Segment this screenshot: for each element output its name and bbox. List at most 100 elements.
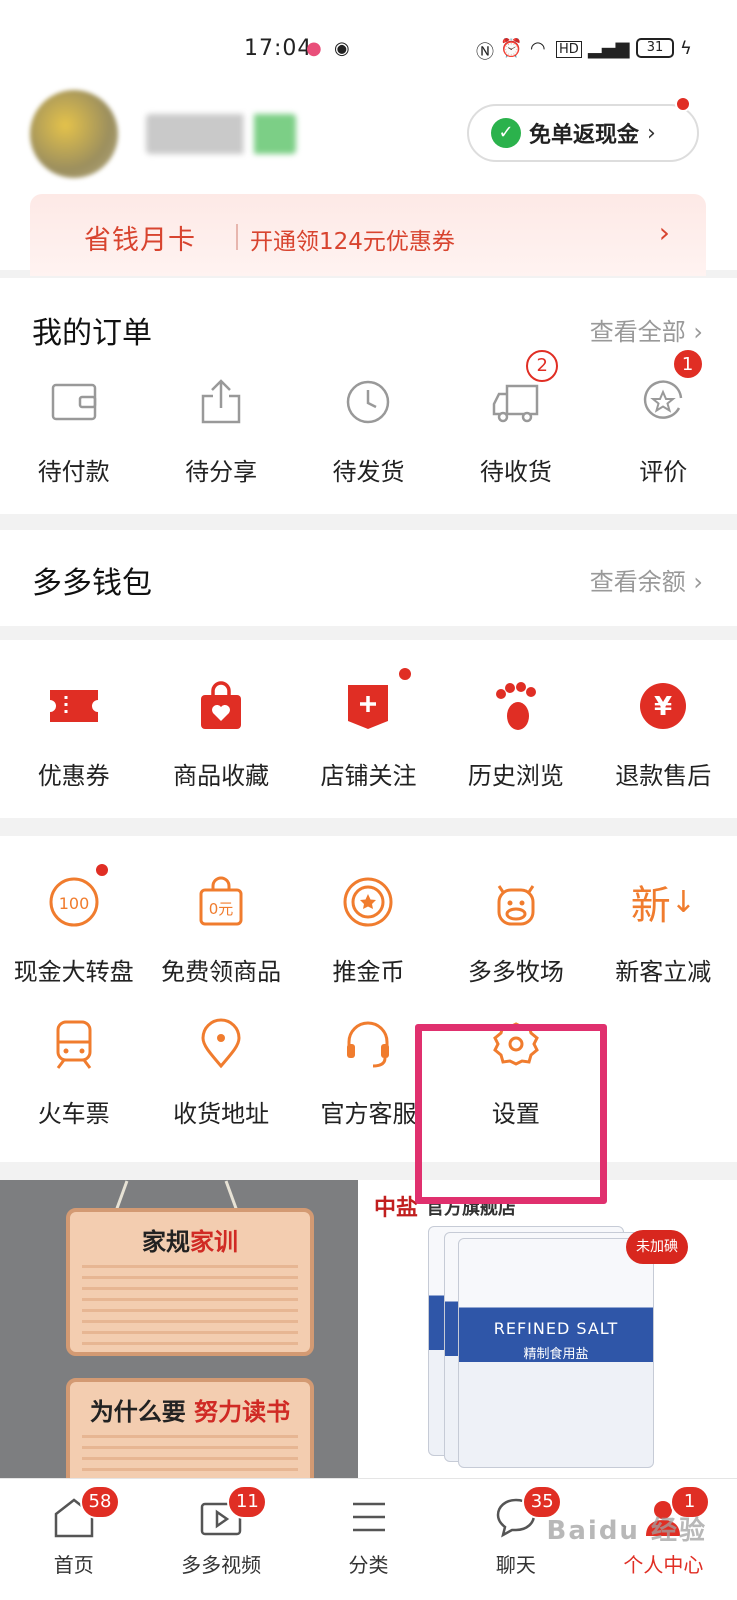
quick-links-grid: 优惠券 商品收藏 店铺关注 历史浏览 ¥ 退款售后	[0, 666, 737, 791]
wechat-icon: ✓	[491, 118, 521, 148]
service-label: 多多牧场	[467, 958, 564, 986]
wechat-notification-icon: ◉	[334, 38, 350, 59]
quick-item-label: 店铺关注	[320, 762, 417, 790]
coin-push-icon	[340, 874, 396, 930]
svg-text:¥: ¥	[654, 692, 672, 722]
month-card-banner[interactable]: 省钱月卡 开通领124元优惠券 ›	[30, 194, 706, 276]
wallet-section[interactable]: 多多钱包 查看余额 ›	[0, 530, 737, 626]
review-icon	[635, 374, 691, 430]
quick-item-label: 历史浏览	[467, 762, 564, 790]
order-item-label: 评价	[639, 458, 688, 486]
coupon-icon	[46, 678, 102, 734]
tab-badge: 58	[80, 1485, 120, 1519]
headset-icon	[340, 1016, 396, 1072]
service-coin-push[interactable]: 推金币	[295, 874, 442, 987]
quick-item-history[interactable]: 历史浏览	[442, 678, 589, 791]
wifi-icon: ◠	[530, 38, 546, 59]
new-customer-icon: 新 ↓	[630, 883, 696, 929]
share-icon	[193, 374, 249, 430]
tab-category[interactable]: 分类	[295, 1479, 442, 1600]
quick-item-label: 优惠券	[37, 762, 110, 790]
alarm-icon: ⏰	[500, 38, 523, 59]
product-image-front: REFINED SALT 精制食用盐	[458, 1238, 654, 1468]
tab-label: 多多视频	[181, 1553, 262, 1577]
plaque-heading: 家规家训	[142, 1228, 238, 1256]
service-label: 新客立减	[615, 958, 712, 986]
product-image-plaque: 家规家训	[66, 1208, 314, 1356]
app-screen: 17:04 ● ◉ Ⓝ ⏰ ◠ HD ▂▄▆ 31 ϟ ✓ 免单返现金 › 省钱…	[0, 0, 737, 1600]
avatar[interactable]	[30, 90, 118, 178]
order-item-pending-share[interactable]: 待分享	[147, 374, 294, 487]
service-ranch[interactable]: 多多牧场	[442, 874, 589, 987]
plaque-text-lines	[82, 1435, 298, 1480]
service-train-tickets[interactable]: 火车票	[0, 1016, 147, 1129]
tab-video[interactable]: 多多视频 11	[147, 1479, 294, 1600]
refund-icon: ¥	[635, 678, 691, 734]
store-follow-icon	[340, 678, 396, 734]
plaque-rope	[114, 1180, 129, 1212]
tab-home[interactable]: 首页 58	[0, 1479, 147, 1600]
chevron-right-icon: ›	[658, 216, 670, 249]
services-section: 100 现金大转盘 0元 免费领商品 推金币 多多牧场 新 ↓ 新客立减 火车票…	[0, 836, 737, 1162]
service-label: 免费领商品	[161, 958, 282, 986]
product-image-plaque: 为什么要 努力读书	[66, 1378, 314, 1480]
truck-icon	[488, 374, 544, 430]
settings-highlight-box	[415, 1024, 607, 1204]
svg-text:0元: 0元	[209, 900, 234, 918]
divider	[236, 224, 238, 250]
quick-item-store-follow[interactable]: 店铺关注	[295, 666, 442, 791]
product-feed: 家规家训 为什么要 努力读书 中盐 官方旗舰店 REFINED SALT 精制食…	[0, 1180, 737, 1480]
quick-item-label: 退款售后	[615, 762, 712, 790]
location-icon	[193, 1016, 249, 1072]
tab-label: 分类	[348, 1553, 389, 1577]
charging-icon: ϟ	[680, 38, 692, 59]
cashback-label: 免单返现金	[529, 123, 640, 148]
plaque-text-lines	[82, 1265, 298, 1345]
service-address[interactable]: 收货地址	[147, 1016, 294, 1129]
baidu-watermark: Baidu 经验	[546, 1516, 707, 1546]
cow-icon	[488, 874, 544, 930]
service-label: 官方客服	[320, 1100, 417, 1128]
app-notification-icon: ●	[306, 38, 322, 59]
quick-item-refund[interactable]: ¥ 退款售后	[590, 678, 737, 791]
orders-view-all-link[interactable]: 查看全部 ›	[590, 312, 703, 347]
order-status-grid: 待付款 待分享 待发货 待收货 2 评价 1	[0, 348, 737, 487]
cash-wheel-red-dot	[94, 862, 110, 878]
review-count-badge: 1	[671, 348, 704, 380]
battery-icon: 31	[636, 38, 674, 58]
services-row-1: 100 现金大转盘 0元 免费领商品 推金币 多多牧场 新 ↓ 新客立减	[0, 862, 737, 987]
order-item-label: 待分享	[185, 458, 258, 486]
wallet-icon	[46, 374, 102, 430]
order-item-label: 待付款	[37, 458, 110, 486]
service-label: 收货地址	[173, 1100, 270, 1128]
services-row-2: 火车票 收货地址 官方客服 设置	[0, 1016, 737, 1129]
tab-label: 首页	[53, 1553, 94, 1577]
tab-label: 聊天	[495, 1553, 536, 1577]
profile-header: ✓ 免单返现金 › 省钱月卡 开通领124元优惠券 ›	[0, 80, 737, 276]
order-count-badge: 2	[526, 350, 559, 382]
order-item-pending-shipment[interactable]: 待发货	[295, 374, 442, 487]
cashback-button[interactable]: ✓ 免单返现金 ›	[467, 104, 699, 162]
username-blurred	[146, 114, 296, 154]
service-free-goods[interactable]: 0元 免费领商品	[147, 874, 294, 987]
service-cash-wheel[interactable]: 100 现金大转盘	[0, 862, 147, 987]
product-card-family-rules[interactable]: 家规家训 为什么要 努力读书	[0, 1180, 358, 1480]
plaque-heading: 为什么要 努力读书	[89, 1398, 291, 1426]
quick-item-coupons[interactable]: 优惠券	[0, 678, 147, 791]
quick-item-favorites[interactable]: 商品收藏	[147, 678, 294, 791]
wallet-balance-link[interactable]: 查看余额 ›	[590, 562, 703, 597]
service-label: 现金大转盘	[13, 958, 134, 986]
product-card-salt[interactable]: 中盐 官方旗舰店 REFINED SALT 精制食用盐 未加碘	[358, 1180, 737, 1480]
product-tag: 未加碘	[626, 1230, 688, 1264]
signal-icon: ▂▄▆	[588, 38, 630, 59]
plaque-rope	[224, 1180, 239, 1212]
order-item-pending-receipt[interactable]: 待收货 2	[442, 350, 589, 487]
service-label: 火车票	[37, 1100, 110, 1128]
orders-section: 我的订单 查看全部 › 待付款 待分享 待发货 待收货 2 评价 1	[0, 278, 737, 514]
brand-logo: 中盐	[374, 1196, 419, 1221]
category-icon	[345, 1493, 393, 1541]
status-time: 17:04	[244, 36, 313, 61]
order-item-review[interactable]: 评价 1	[590, 348, 737, 487]
service-new-customer[interactable]: 新 ↓ 新客立减	[590, 874, 737, 987]
order-item-pending-payment[interactable]: 待付款	[0, 374, 147, 487]
